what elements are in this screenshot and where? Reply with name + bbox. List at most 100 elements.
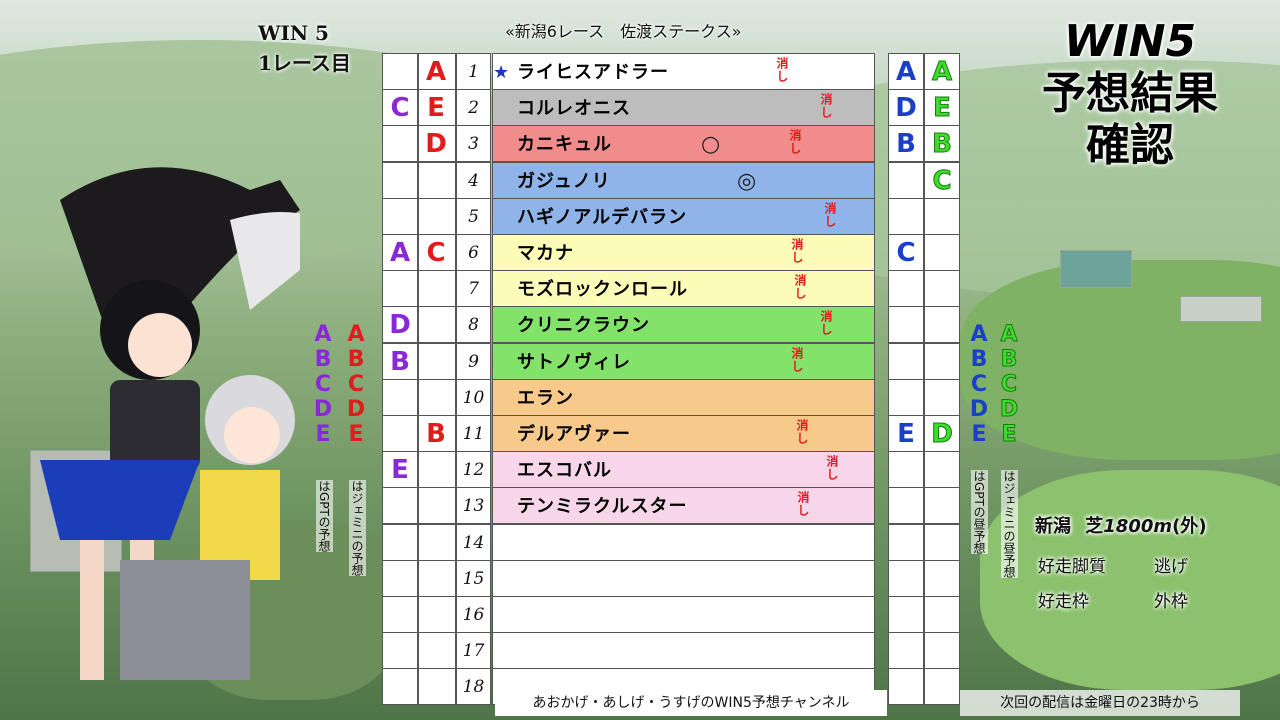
horse-row: ハギノアルデバラン 消し: [492, 198, 875, 235]
legend-letter: C: [1000, 372, 1018, 398]
legend-letter: C: [314, 372, 332, 397]
page-title-line3: 確認: [1086, 120, 1174, 171]
eliminated-label: 消し: [823, 202, 837, 228]
gemini-day-cell: [924, 524, 960, 561]
gemini-cell: [418, 270, 456, 307]
eliminated-label: 消し: [796, 491, 810, 517]
white-horse-shape: [230, 212, 300, 310]
gpt-day-cell: [888, 668, 924, 705]
channel-name: あおかげ・あしげ・うすげのWIN5予想チャンネル: [495, 690, 887, 716]
gemini-day-cell: B: [924, 125, 960, 162]
horse-name: カニキュル: [517, 134, 612, 155]
gemini-pick-letter: C: [426, 238, 446, 268]
gpt-day-cell: A: [888, 53, 924, 90]
horse-name: エスコバル: [517, 460, 612, 481]
legend-letter: A: [970, 322, 988, 347]
race-number: 3: [456, 125, 491, 162]
gemini-day-pick-letter: E: [933, 93, 952, 124]
eliminated-label: 消し: [793, 274, 807, 300]
legend-letter: B: [347, 347, 365, 372]
gpt-day-pick-letter: E: [897, 419, 915, 449]
gpt-cell: [382, 53, 418, 90]
horse-row: ★ ライヒスアドラー 消し: [492, 53, 875, 90]
eliminated-label: 消し: [788, 129, 802, 155]
gemini-letter-stack: ABCDE: [343, 322, 369, 447]
gemini-day-cell: [924, 632, 960, 669]
gemini-day-cell: [924, 343, 960, 380]
legend-letter: E: [971, 422, 987, 447]
gpt-day-cell: C: [888, 234, 924, 271]
race-number: 13: [456, 487, 491, 524]
gpt-day-cell: [888, 632, 924, 669]
info-row-gate: 好走枠 外枠: [1038, 587, 1188, 612]
legend-letter: D: [969, 397, 989, 422]
horse-row: [492, 632, 875, 669]
gemini-day-pick-letter: D: [931, 419, 954, 450]
race-number: 4: [456, 162, 491, 199]
gpt-day-cell: [888, 162, 924, 199]
gemini-day-cell: [924, 487, 960, 524]
gpt-letter-stack: ABCDE: [310, 322, 336, 447]
gemini-day-pick-letter: B: [932, 129, 953, 160]
race-number: 12: [456, 451, 491, 488]
gemini-day-cell: C: [924, 162, 960, 199]
info-value: 外枠: [1154, 592, 1188, 612]
horse-row: テンミラクルスター 消し: [492, 487, 875, 524]
gpt-cell: [382, 379, 418, 416]
eliminated-label: 消し: [825, 455, 839, 481]
horse-row: [492, 524, 875, 561]
gpt-pick-letter: D: [389, 310, 411, 340]
gpt-day-cell: [888, 306, 924, 343]
legend-letter: D: [346, 397, 366, 422]
gpt-cell: [382, 162, 418, 199]
race-number: 9: [456, 343, 491, 380]
legend-letter: C: [970, 372, 988, 397]
course-info: 新潟 芝1800m(外): [1035, 512, 1207, 538]
legend-letter: B: [1000, 347, 1018, 373]
race-number: 8: [456, 306, 491, 343]
horse-name: サトノヴィレ: [517, 352, 631, 373]
gemini-day-cell: [924, 270, 960, 307]
horse-name: ガジュノリ: [517, 171, 611, 192]
race-number: 5: [456, 198, 491, 235]
course-surface: 芝: [1085, 516, 1104, 537]
horse-name: クリニクラウン: [517, 315, 650, 336]
gpt-cell: [382, 668, 418, 705]
gpt-pick-letter: B: [390, 347, 410, 377]
gemini-pick-letter: D: [425, 129, 447, 159]
legend-letter: E: [1001, 422, 1017, 448]
horse-row: [492, 560, 875, 597]
gpt-cell: [382, 125, 418, 162]
gemini-cell: [418, 162, 456, 199]
girl-face-shape: [128, 313, 192, 377]
legend-letter: E: [348, 422, 364, 447]
info-row-style: 好走脚質 逃げ: [1038, 552, 1188, 577]
eliminated-label: 消し: [819, 93, 833, 119]
corner-title: WIN 5 1レース目: [258, 18, 351, 78]
gemini-cell: [418, 524, 456, 561]
next-stream-notice: 次回の配信は金曜日の23時から: [960, 690, 1240, 716]
eliminated-label: 消し: [819, 310, 833, 336]
legend-letter: A: [1000, 322, 1018, 348]
horse-row: サトノヴィレ 消し: [492, 343, 875, 380]
gpt-day-cell: [888, 379, 924, 416]
course-note: (外): [1172, 516, 1207, 537]
child-face-shape: [224, 407, 280, 463]
gemini-day-letter-stack: ABCDE: [996, 322, 1022, 448]
legend-letter: D: [313, 397, 333, 422]
horse-row: クリニクラウン 消し: [492, 306, 875, 343]
gpt-cell: D: [382, 306, 418, 343]
gemini-day-cell: [924, 560, 960, 597]
girl-skirt-shape: [40, 460, 200, 540]
gemini-cell: [418, 596, 456, 633]
gpt-cell: [382, 632, 418, 669]
horse-row: エスコバル 消し: [492, 451, 875, 488]
race-header: «新潟6レース 佐渡ステークス»: [505, 22, 742, 41]
race-number: 17: [456, 632, 491, 669]
eliminated-label: 消し: [795, 419, 809, 445]
page-title: WIN5 予想結果 確認: [1000, 16, 1260, 172]
horse-row: エラン: [492, 379, 875, 416]
gemini-day-pick-letter: A: [931, 57, 953, 88]
gpt-day-cell: [888, 487, 924, 524]
star-icon: ★: [493, 62, 511, 83]
